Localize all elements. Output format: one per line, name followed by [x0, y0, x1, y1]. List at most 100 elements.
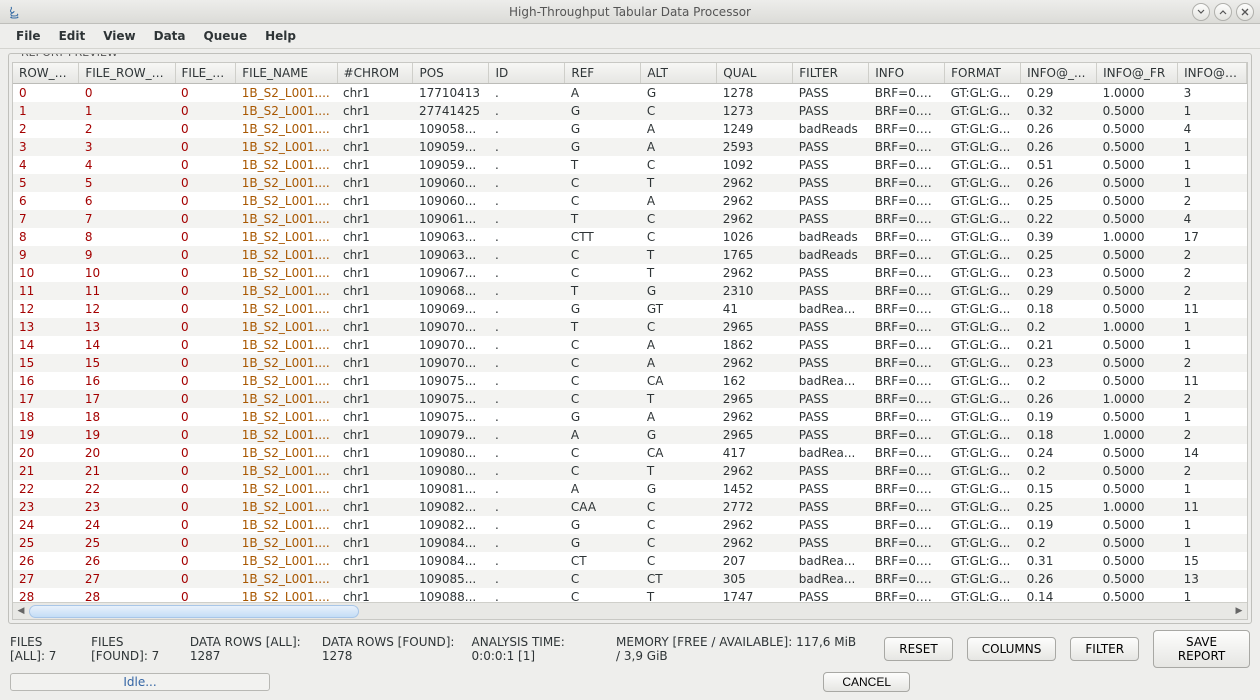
table-row[interactable]: 161601B_S2_L001....chr1109075....CCA162b…	[13, 372, 1247, 390]
menu-view[interactable]: View	[95, 26, 143, 46]
cell: .	[489, 156, 565, 174]
cell: chr1	[337, 480, 413, 498]
cell: PASS	[793, 264, 869, 282]
table-scroll-vertical[interactable]: ROW_NOFILE_ROW_NOFILE_NOFILE_NAME#CHROMP…	[13, 63, 1247, 602]
column-header[interactable]: FILE_ROW_NO	[79, 63, 175, 84]
scrollbar-track[interactable]	[29, 604, 1231, 619]
table-row[interactable]: 7701B_S2_L001....chr1109061....TC2962PAS…	[13, 210, 1247, 228]
table-row[interactable]: 232301B_S2_L001....chr1109082....CAAC277…	[13, 498, 1247, 516]
cell: 2962	[717, 192, 793, 210]
cell: 109082...	[413, 516, 489, 534]
cell: .	[489, 390, 565, 408]
cell: 22	[79, 480, 175, 498]
column-header[interactable]: INFO@_...	[1021, 63, 1097, 84]
cancel-button[interactable]: CANCEL	[823, 672, 910, 692]
table-row[interactable]: 242401B_S2_L001....chr1109082....GC2962P…	[13, 516, 1247, 534]
table-row[interactable]: 121201B_S2_L001....chr1109069....GGT41ba…	[13, 300, 1247, 318]
cell: T	[565, 210, 641, 228]
column-header[interactable]: #CHROM	[337, 63, 413, 84]
table-row[interactable]: 3301B_S2_L001....chr1109059....GA2593PAS…	[13, 138, 1247, 156]
table-row[interactable]: 181801B_S2_L001....chr1109075....GA2962P…	[13, 408, 1247, 426]
column-header[interactable]: ALT	[641, 63, 717, 84]
scroll-left-arrow-icon[interactable]: ◀	[13, 604, 29, 619]
table-row[interactable]: 131301B_S2_L001....chr1109070....TC2965P…	[13, 318, 1247, 336]
cell: G	[641, 282, 717, 300]
column-header[interactable]: REF	[565, 63, 641, 84]
table-row[interactable]: 252501B_S2_L001....chr1109084....GC2962P…	[13, 534, 1247, 552]
cell: 1765	[717, 246, 793, 264]
table-row[interactable]: 101001B_S2_L001....chr1109067....CT2962P…	[13, 264, 1247, 282]
menu-file[interactable]: File	[8, 26, 49, 46]
cell: 0.26	[1021, 570, 1097, 588]
menu-help[interactable]: Help	[257, 26, 304, 46]
cell: 0.5000	[1097, 138, 1178, 156]
reset-button[interactable]: RESET	[884, 637, 952, 661]
column-header[interactable]: FORMAT	[945, 63, 1021, 84]
table-row[interactable]: 262601B_S2_L001....chr1109084....CTC207b…	[13, 552, 1247, 570]
table-row[interactable]: 111101B_S2_L001....chr1109068....TG2310P…	[13, 282, 1247, 300]
column-header[interactable]: POS	[413, 63, 489, 84]
scroll-right-arrow-icon[interactable]: ▶	[1231, 604, 1247, 619]
cell: 2	[1178, 264, 1247, 282]
horizontal-scrollbar[interactable]: ◀ ▶	[13, 602, 1247, 619]
columns-button[interactable]: COLUMNS	[967, 637, 1057, 661]
cell: BRF=0.2...	[869, 246, 945, 264]
table-row[interactable]: 282801B_S2_L001....chr1109088....CT1747P…	[13, 588, 1247, 602]
table-row[interactable]: 0001B_S2_L001....chr117710413.AG1278PASS…	[13, 84, 1247, 103]
table-row[interactable]: 151501B_S2_L001....chr1109070....CA2962P…	[13, 354, 1247, 372]
filter-button[interactable]: FILTER	[1070, 637, 1139, 661]
menu-data[interactable]: Data	[146, 26, 194, 46]
minimize-button[interactable]	[1192, 3, 1210, 21]
table-row[interactable]: 212101B_S2_L001....chr1109080....CT2962P…	[13, 462, 1247, 480]
table-row[interactable]: 4401B_S2_L001....chr1109059....TC1092PAS…	[13, 156, 1247, 174]
table-row[interactable]: 171701B_S2_L001....chr1109075....CT2965P…	[13, 390, 1247, 408]
table-row[interactable]: 6601B_S2_L001....chr1109060....CA2962PAS…	[13, 192, 1247, 210]
table-row[interactable]: 222201B_S2_L001....chr1109081....AG1452P…	[13, 480, 1247, 498]
cell: 162	[717, 372, 793, 390]
column-header[interactable]: QUAL	[717, 63, 793, 84]
cell: 0	[175, 372, 236, 390]
cell: 2	[1178, 354, 1247, 372]
table-row[interactable]: 141401B_S2_L001....chr1109070....CA1862P…	[13, 336, 1247, 354]
table-row[interactable]: 272701B_S2_L001....chr1109085....CCT305b…	[13, 570, 1247, 588]
save-report-button[interactable]: SAVE REPORT	[1153, 630, 1250, 668]
table-row[interactable]: 9901B_S2_L001....chr1109063....CT1765bad…	[13, 246, 1247, 264]
cell: 1B_S2_L001....	[236, 174, 337, 192]
scrollbar-thumb[interactable]	[29, 605, 359, 618]
cell: .	[489, 120, 565, 138]
cell: 3	[13, 138, 79, 156]
column-header[interactable]: INFO	[869, 63, 945, 84]
maximize-button[interactable]	[1214, 3, 1232, 21]
cell: 109080...	[413, 462, 489, 480]
column-header[interactable]: FILE_NO	[175, 63, 236, 84]
cell: 2965	[717, 426, 793, 444]
close-button[interactable]	[1236, 3, 1254, 21]
cell: BRF=0.2...	[869, 570, 945, 588]
cell: 1B_S2_L001....	[236, 120, 337, 138]
menu-edit[interactable]: Edit	[51, 26, 94, 46]
column-header[interactable]: FILE_NAME	[236, 63, 337, 84]
table-row[interactable]: 202001B_S2_L001....chr1109080....CCA417b…	[13, 444, 1247, 462]
cell: GT:GL:G...	[945, 300, 1021, 318]
cell: GT:GL:G...	[945, 444, 1021, 462]
cell: 1B_S2_L001....	[236, 444, 337, 462]
column-header[interactable]: INFO@_HP	[1178, 63, 1247, 84]
cell: 41	[717, 300, 793, 318]
table-row[interactable]: 2201B_S2_L001....chr1109058....GA1249bad…	[13, 120, 1247, 138]
cell: 1	[79, 102, 175, 120]
table-row[interactable]: 5501B_S2_L001....chr1109060....CT2962PAS…	[13, 174, 1247, 192]
column-header[interactable]: ROW_NO	[13, 63, 79, 84]
cell: C	[641, 102, 717, 120]
cell: 2	[1178, 426, 1247, 444]
table-row[interactable]: 8801B_S2_L001....chr1109063....CTTC1026b…	[13, 228, 1247, 246]
column-header[interactable]: ID	[489, 63, 565, 84]
cell: 1B_S2_L001....	[236, 228, 337, 246]
table-row[interactable]: 191901B_S2_L001....chr1109079....AG2965P…	[13, 426, 1247, 444]
column-header[interactable]: INFO@_FR	[1097, 63, 1178, 84]
column-header[interactable]: FILTER	[793, 63, 869, 84]
cell: T	[565, 156, 641, 174]
cell: .	[489, 498, 565, 516]
table-row[interactable]: 1101B_S2_L001....chr127741425.GC1273PASS…	[13, 102, 1247, 120]
menu-queue[interactable]: Queue	[196, 26, 256, 46]
cell: chr1	[337, 318, 413, 336]
